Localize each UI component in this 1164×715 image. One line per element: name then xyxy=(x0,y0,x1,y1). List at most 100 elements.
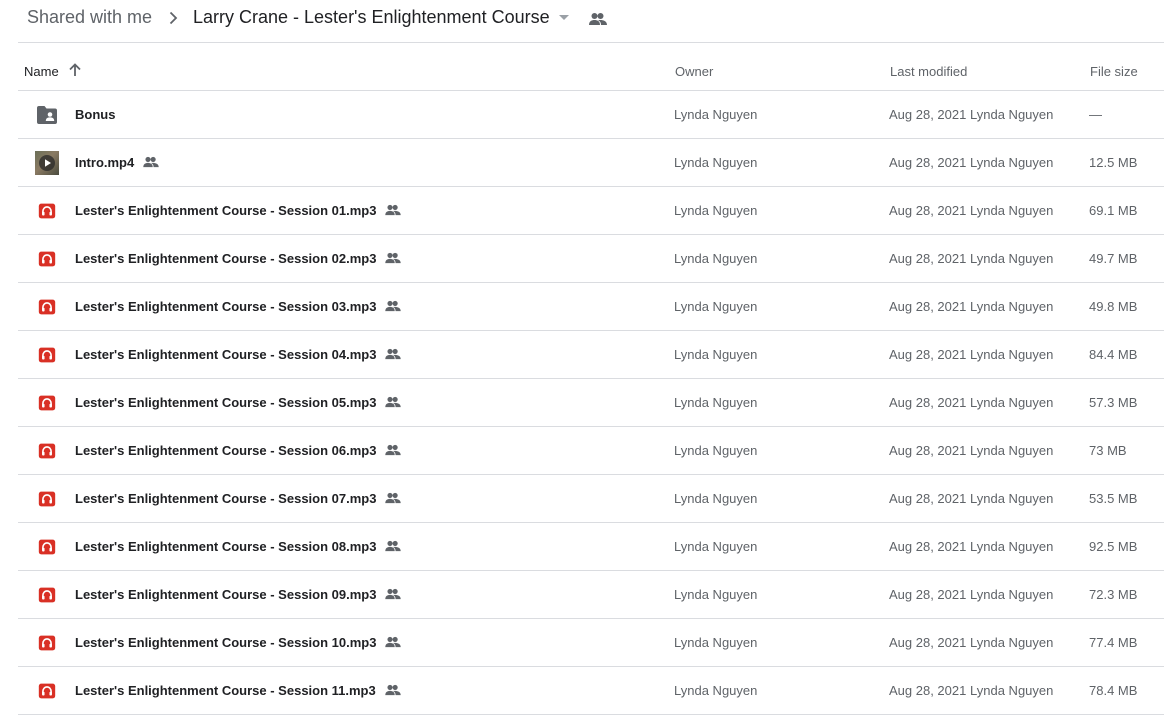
file-modified-date: Aug 28, 2021 xyxy=(889,155,967,170)
file-owner: Lynda Nguyen xyxy=(674,587,758,602)
audio-file-icon xyxy=(38,683,56,699)
file-modified-date: Aug 28, 2021 xyxy=(889,395,967,410)
file-row[interactable]: Lester's Enlightenment Course - Session … xyxy=(18,187,1164,235)
file-owner: Lynda Nguyen xyxy=(674,395,758,410)
file-owner: Lynda Nguyen xyxy=(674,155,758,170)
file-modified-date: Aug 28, 2021 xyxy=(889,587,967,602)
arrow-up-icon[interactable] xyxy=(68,63,82,77)
file-row[interactable]: Lester's Enlightenment Course - Session … xyxy=(18,283,1164,331)
file-name: Lester's Enlightenment Course - Session … xyxy=(75,683,376,698)
file-row[interactable]: Intro.mp4 Lynda Nguyen Aug 28, 2021 Lynd… xyxy=(18,139,1164,187)
audio-file-icon xyxy=(38,251,56,267)
file-size: 57.3 MB xyxy=(1089,395,1138,410)
people-icon xyxy=(385,588,402,600)
file-modified-date: Aug 28, 2021 xyxy=(889,635,967,650)
breadcrumb-shared-with-me[interactable]: Shared with me xyxy=(27,7,152,28)
file-size: 84.4 MB xyxy=(1089,347,1138,362)
column-header-name[interactable]: Name xyxy=(24,64,59,79)
file-modified-by: Lynda Nguyen xyxy=(970,587,1054,602)
column-header-owner[interactable]: Owner xyxy=(675,64,713,79)
people-icon xyxy=(385,684,401,696)
audio-file-icon xyxy=(38,299,56,315)
file-owner: Lynda Nguyen xyxy=(674,299,758,314)
file-modified-by: Lynda Nguyen xyxy=(970,539,1054,554)
video-thumbnail-icon xyxy=(35,151,59,175)
file-modified-date: Aug 28, 2021 xyxy=(889,299,967,314)
file-size: 92.5 MB xyxy=(1089,539,1138,554)
file-name: Lester's Enlightenment Course - Session … xyxy=(75,491,377,506)
file-size: 53.5 MB xyxy=(1089,491,1138,506)
file-modified-by: Lynda Nguyen xyxy=(970,443,1054,458)
file-modified-date: Aug 28, 2021 xyxy=(889,107,967,122)
breadcrumb: Shared with me Larry Crane - Lester's En… xyxy=(0,0,1164,42)
file-owner: Lynda Nguyen xyxy=(674,539,758,554)
file-row[interactable]: Lester's Enlightenment Course - Session … xyxy=(18,379,1164,427)
file-modified-by: Lynda Nguyen xyxy=(970,203,1054,218)
audio-file-icon xyxy=(38,395,56,411)
people-icon xyxy=(143,156,159,168)
people-icon xyxy=(385,636,402,648)
file-modified-by: Lynda Nguyen xyxy=(970,683,1054,698)
file-name: Lester's Enlightenment Course - Session … xyxy=(75,539,377,554)
file-modified-by: Lynda Nguyen xyxy=(970,299,1054,314)
column-header-last-modified[interactable]: Last modified xyxy=(890,64,967,79)
people-icon xyxy=(385,348,402,360)
file-owner: Lynda Nguyen xyxy=(674,251,758,266)
audio-file-icon xyxy=(38,491,56,507)
file-size: 69.1 MB xyxy=(1089,203,1138,218)
file-modified-date: Aug 28, 2021 xyxy=(889,491,967,506)
file-name: Lester's Enlightenment Course - Session … xyxy=(75,635,377,650)
people-icon xyxy=(385,396,402,408)
file-row[interactable]: Lester's Enlightenment Course - Session … xyxy=(18,235,1164,283)
file-size: 78.4 MB xyxy=(1089,683,1138,698)
file-owner: Lynda Nguyen xyxy=(674,683,758,698)
people-icon xyxy=(385,300,402,312)
file-name: Lester's Enlightenment Course - Session … xyxy=(75,251,377,266)
file-owner: Lynda Nguyen xyxy=(674,107,758,122)
people-icon xyxy=(385,204,402,216)
file-row[interactable]: Bonus Lynda Nguyen Aug 28, 2021 Lynda Ng… xyxy=(18,91,1164,139)
caret-down-icon[interactable] xyxy=(558,14,570,22)
file-modified-by: Lynda Nguyen xyxy=(970,347,1054,362)
column-header-file-size[interactable]: File size xyxy=(1090,64,1138,79)
file-row[interactable]: Lester's Enlightenment Course - Session … xyxy=(18,331,1164,379)
people-icon[interactable] xyxy=(589,12,607,26)
file-modified-date: Aug 28, 2021 xyxy=(889,251,967,266)
breadcrumb-current-folder[interactable]: Larry Crane - Lester's Enlightenment Cou… xyxy=(193,7,550,28)
file-row[interactable]: Lester's Enlightenment Course - Session … xyxy=(18,667,1164,715)
file-modified-date: Aug 28, 2021 xyxy=(889,683,967,698)
people-icon xyxy=(385,540,402,552)
audio-file-icon xyxy=(38,443,56,459)
file-modified-date: Aug 28, 2021 xyxy=(889,203,967,218)
shared-folder-icon xyxy=(37,106,57,124)
file-size: 12.5 MB xyxy=(1089,155,1138,170)
file-name: Intro.mp4 xyxy=(75,155,135,170)
file-size: 49.7 MB xyxy=(1089,251,1138,266)
file-name: Lester's Enlightenment Course - Session … xyxy=(75,395,377,410)
file-list: Bonus Lynda Nguyen Aug 28, 2021 Lynda Ng… xyxy=(18,91,1164,715)
file-owner: Lynda Nguyen xyxy=(674,491,758,506)
file-modified-by: Lynda Nguyen xyxy=(970,635,1054,650)
file-row[interactable]: Lester's Enlightenment Course - Session … xyxy=(18,571,1164,619)
audio-file-icon xyxy=(38,587,56,603)
file-name: Lester's Enlightenment Course - Session … xyxy=(75,203,377,218)
file-row[interactable]: Lester's Enlightenment Course - Session … xyxy=(18,523,1164,571)
file-modified-date: Aug 28, 2021 xyxy=(889,443,967,458)
file-size: 49.8 MB xyxy=(1089,299,1138,314)
file-owner: Lynda Nguyen xyxy=(674,635,758,650)
audio-file-icon xyxy=(38,203,56,219)
file-modified-by: Lynda Nguyen xyxy=(970,251,1054,266)
file-modified-date: Aug 28, 2021 xyxy=(889,347,967,362)
file-modified-by: Lynda Nguyen xyxy=(970,155,1054,170)
audio-file-icon xyxy=(38,539,56,555)
audio-file-icon xyxy=(38,347,56,363)
file-size: 72.3 MB xyxy=(1089,587,1138,602)
people-icon xyxy=(385,252,402,264)
file-name: Lester's Enlightenment Course - Session … xyxy=(75,299,377,314)
file-row[interactable]: Lester's Enlightenment Course - Session … xyxy=(18,427,1164,475)
file-modified-by: Lynda Nguyen xyxy=(970,491,1054,506)
file-row[interactable]: Lester's Enlightenment Course - Session … xyxy=(18,619,1164,667)
file-name: Bonus xyxy=(75,107,116,122)
file-row[interactable]: Lester's Enlightenment Course - Session … xyxy=(18,475,1164,523)
file-name: Lester's Enlightenment Course - Session … xyxy=(75,443,377,458)
